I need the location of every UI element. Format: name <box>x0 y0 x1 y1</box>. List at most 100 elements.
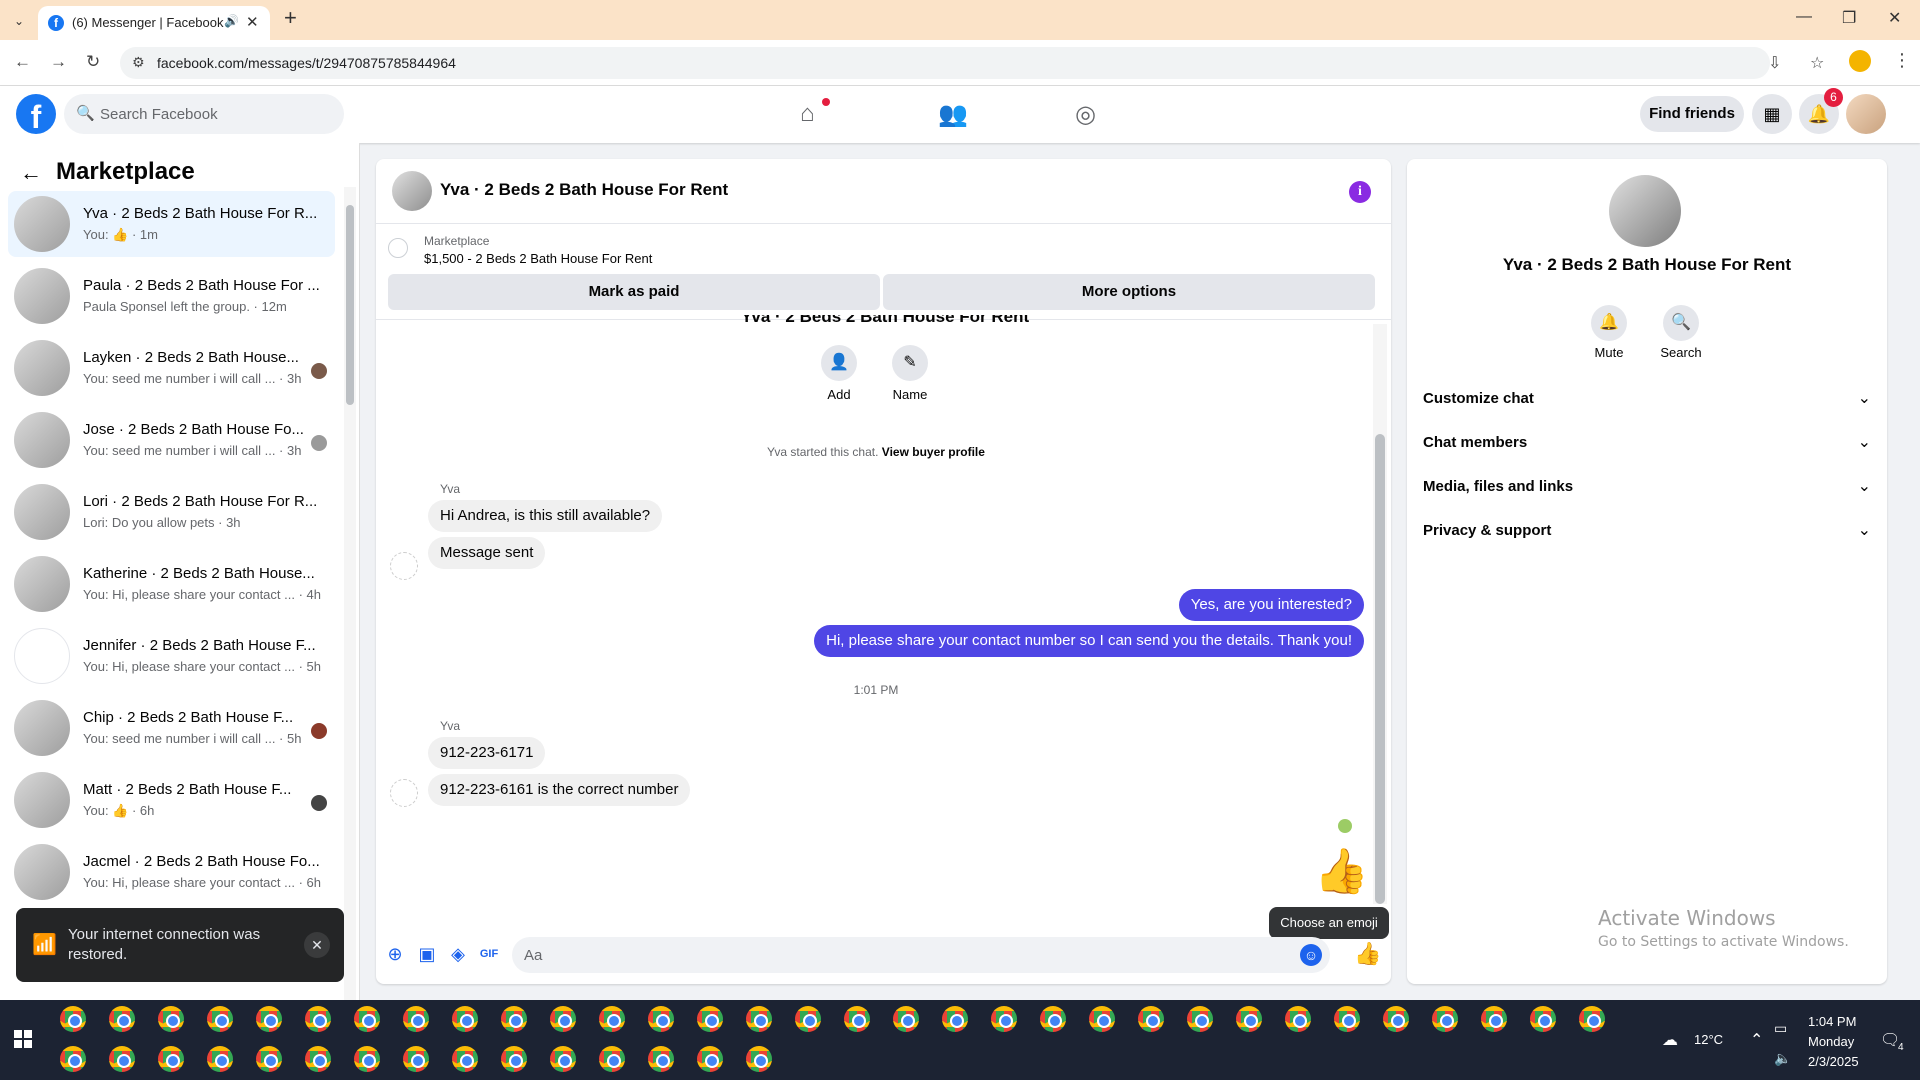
search-icon[interactable]: 🔍 <box>1663 305 1699 341</box>
mark-as-paid-button[interactable]: Mark as paid <box>388 274 880 310</box>
conversation-item[interactable]: Paula · 2 Beds 2 Bath House For ... Paul… <box>8 263 335 329</box>
taskbar-app-icon[interactable] <box>844 1006 870 1032</box>
taskbar-app-icon[interactable] <box>1481 1006 1507 1032</box>
reload-icon[interactable]: ↻ <box>86 52 100 72</box>
taskbar-app-icon[interactable] <box>1138 1006 1164 1032</box>
friends-icon[interactable]: 👥 <box>938 100 968 129</box>
taskbar-app-icon[interactable] <box>599 1046 625 1072</box>
view-buyer-profile-link[interactable]: View buyer profile <box>882 445 985 459</box>
taskbar-app-icon[interactable] <box>550 1046 576 1072</box>
taskbar-app-icon[interactable] <box>746 1006 772 1032</box>
taskbar-app-icon[interactable] <box>207 1046 233 1072</box>
taskbar-app-icon[interactable] <box>1383 1006 1409 1032</box>
close-tab-icon[interactable]: ✕ <box>246 13 259 31</box>
taskbar-app-icon[interactable] <box>1334 1006 1360 1032</box>
sidebar-scrollbar-thumb[interactable] <box>346 205 354 405</box>
taskbar-app-icon[interactable] <box>305 1006 331 1032</box>
taskbar-app-icon[interactable] <box>354 1006 380 1032</box>
taskbar-app-icon[interactable] <box>1285 1006 1311 1032</box>
message-input[interactable] <box>524 937 1284 973</box>
taskbar-app-icon[interactable] <box>550 1006 576 1032</box>
facebook-search[interactable]: 🔍 <box>64 94 344 134</box>
taskbar-app-icon[interactable] <box>991 1006 1017 1032</box>
browser-profile-icon[interactable] <box>1849 50 1871 72</box>
audio-icon[interactable]: 🔊 <box>224 14 239 28</box>
back-icon[interactable]: ← <box>14 52 31 72</box>
mute-bell-icon[interactable]: 🔔 <box>1591 305 1627 341</box>
taskbar-app-icon[interactable] <box>501 1046 527 1072</box>
clock-time[interactable]: 1:04 PM <box>1808 1014 1856 1029</box>
conversation-item[interactable]: Matt · 2 Beds 2 Bath House F... You: 👍 ·… <box>8 767 335 833</box>
incoming-message[interactable]: Hi Andrea, is this still available? <box>428 500 663 532</box>
taskbar-app-icon[interactable] <box>1040 1006 1066 1032</box>
conversation-item[interactable]: Jose · 2 Beds 2 Bath House Fo... You: se… <box>8 407 335 473</box>
photo-icon[interactable]: ▣ <box>416 943 438 965</box>
tab-search-dropdown-icon[interactable]: ⌄ <box>8 10 30 32</box>
omnibox[interactable]: ⚙ facebook.com/messages/t/29470875785844… <box>120 47 1824 79</box>
more-options-button[interactable]: More options <box>883 274 1375 310</box>
taskbar-app-icon[interactable] <box>1432 1006 1458 1032</box>
groups-icon[interactable]: ◎ <box>1075 100 1096 129</box>
account-avatar[interactable] <box>1846 94 1886 134</box>
emoji-icon[interactable]: ☺ <box>1300 944 1322 966</box>
menu-grid-icon[interactable]: ▦ <box>1752 94 1792 134</box>
find-friends-button[interactable]: Find friends <box>1640 96 1744 132</box>
large-like-icon[interactable]: 👍 <box>1314 845 1369 897</box>
clock-date[interactable]: 2/3/2025 <box>1808 1054 1859 1069</box>
taskbar-app-icon[interactable] <box>305 1046 331 1072</box>
volume-icon[interactable]: 🔈 <box>1774 1050 1791 1067</box>
sender-avatar[interactable] <box>390 552 418 580</box>
customize-chat-row[interactable]: Customize chat ⌄ <box>1423 381 1871 417</box>
forward-icon[interactable]: → <box>50 52 67 72</box>
conversation-item[interactable]: Layken · 2 Beds 2 Bath House... You: see… <box>8 335 335 401</box>
sticker-icon[interactable]: ◈ <box>447 943 469 965</box>
message-composer[interactable]: ☺ <box>512 937 1330 973</box>
install-app-icon[interactable]: ⇩ <box>1768 53 1781 73</box>
chat-avatar[interactable] <box>392 171 432 211</box>
new-tab-icon[interactable]: + <box>284 7 297 29</box>
incoming-message[interactable]: Message sent <box>428 537 546 569</box>
close-window-icon[interactable]: ✕ <box>1888 8 1901 28</box>
incoming-message[interactable]: 912-223-6171 <box>428 737 546 769</box>
taskbar-app-icon[interactable] <box>893 1006 919 1032</box>
chat-scrollbar-thumb[interactable] <box>1375 434 1385 904</box>
taskbar-app-icon[interactable] <box>1579 1006 1605 1032</box>
sender-avatar[interactable] <box>390 779 418 807</box>
home-icon[interactable]: ⌂ <box>800 100 815 128</box>
taskbar-app-icon[interactable] <box>697 1046 723 1072</box>
taskbar-app-icon[interactable] <box>1089 1006 1115 1032</box>
taskbar-app-icon[interactable] <box>60 1006 86 1032</box>
taskbar-app-icon[interactable] <box>452 1046 478 1072</box>
edit-name-icon[interactable]: ✎ <box>892 345 928 381</box>
outgoing-message[interactable]: Hi, please share your contact number so … <box>814 625 1364 657</box>
taskbar-app-icon[interactable] <box>158 1006 184 1032</box>
taskbar-app-icon[interactable] <box>256 1006 282 1032</box>
conversation-item[interactable]: Jacmel · 2 Beds 2 Bath House Fo... You: … <box>8 839 335 905</box>
media-files-links-row[interactable]: Media, files and links ⌄ <box>1423 469 1871 505</box>
taskbar-app-icon[interactable] <box>648 1006 674 1032</box>
plus-circle-icon[interactable]: ⊕ <box>384 943 406 965</box>
taskbar-app-icon[interactable] <box>795 1006 821 1032</box>
weather-icon[interactable]: ☁ <box>1662 1030 1678 1050</box>
taskbar-app-icon[interactable] <box>501 1006 527 1032</box>
taskbar-app-icon[interactable] <box>207 1006 233 1032</box>
outgoing-message[interactable]: Yes, are you interested? <box>1178 589 1364 621</box>
like-send-icon[interactable]: 👍 <box>1354 941 1381 967</box>
taskbar-app-icon[interactable] <box>697 1006 723 1032</box>
taskbar-app-icon[interactable] <box>158 1046 184 1072</box>
conversation-item[interactable]: Yva · 2 Beds 2 Bath House For R... You: … <box>8 191 335 257</box>
url-text[interactable]: facebook.com/messages/t/2947087578584496… <box>157 55 456 71</box>
info-icon[interactable]: i <box>1349 181 1371 203</box>
privacy-support-row[interactable]: Privacy & support ⌄ <box>1423 513 1871 549</box>
listing-title[interactable]: $1,500 - 2 Beds 2 Bath House For Rent <box>424 251 652 266</box>
close-icon[interactable]: ✕ <box>304 932 330 958</box>
minimize-icon[interactable]: — <box>1796 8 1812 26</box>
taskbar-app-icon[interactable] <box>599 1006 625 1032</box>
browser-tab[interactable]: f (6) Messenger | Facebook 🔊 ✕ <box>38 6 270 40</box>
browser-menu-icon[interactable]: ⋮ <box>1893 50 1911 71</box>
taskbar-app-icon[interactable] <box>942 1006 968 1032</box>
add-person-icon[interactable]: 👤 <box>821 345 857 381</box>
facebook-logo-icon[interactable]: f <box>16 94 56 135</box>
taskbar-app-icon[interactable] <box>1236 1006 1262 1032</box>
taskbar-app-icon[interactable] <box>109 1006 135 1032</box>
